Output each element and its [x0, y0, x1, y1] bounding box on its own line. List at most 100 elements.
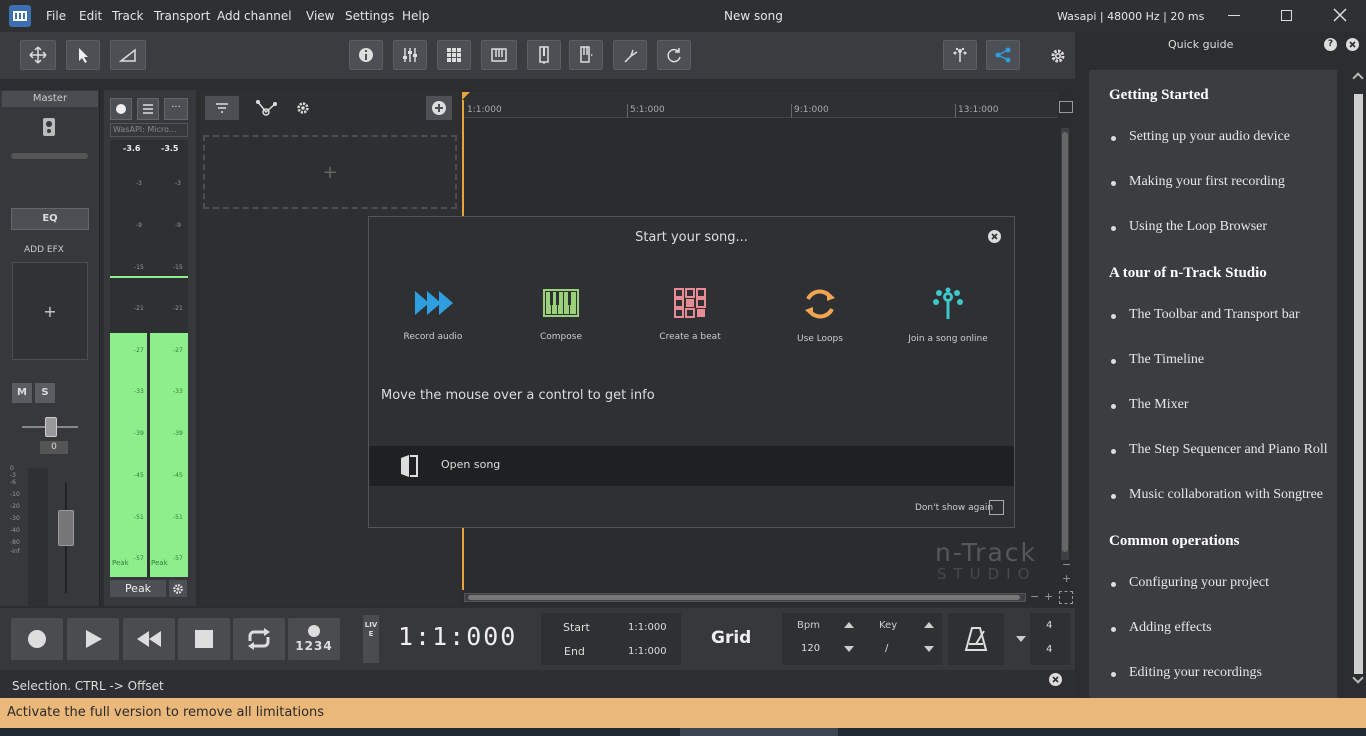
- track-menu-button[interactable]: [137, 98, 159, 120]
- record-button[interactable]: [11, 618, 63, 660]
- metronome-button[interactable]: [948, 613, 1004, 665]
- bpm-up-icon[interactable]: [844, 622, 854, 628]
- guide-link[interactable]: Adding effects: [1111, 620, 1212, 636]
- guide-link[interactable]: Music collaboration with Songtree: [1110, 487, 1323, 503]
- solo-button[interactable]: S: [35, 383, 55, 403]
- compose-option[interactable]: Compose: [506, 287, 616, 342]
- tuner-button[interactable]: [613, 40, 647, 70]
- guide-link[interactable]: The Timeline: [1110, 352, 1204, 368]
- activation-banner[interactable]: Activate the full version to remove all …: [0, 698, 1366, 728]
- key-up-icon[interactable]: [924, 622, 934, 628]
- zoom-out-vertical-icon[interactable]: −: [1062, 558, 1071, 571]
- track-settings-gear-icon[interactable]: [296, 101, 310, 115]
- guide-scrollbar[interactable]: [1351, 70, 1365, 690]
- pan-knob[interactable]: [45, 417, 57, 437]
- envelope-tool-button[interactable]: [110, 40, 146, 70]
- create-beat-option[interactable]: Create a beat: [635, 287, 745, 342]
- settings-gear-icon[interactable]: [1050, 48, 1066, 64]
- start-value[interactable]: 1:1:000: [628, 622, 667, 633]
- close-guide-button[interactable]: [1346, 38, 1359, 51]
- menu-help[interactable]: Help: [402, 9, 429, 23]
- status-close-button[interactable]: [1049, 673, 1062, 686]
- app-logo-icon[interactable]: [9, 5, 31, 27]
- zoom-in-vertical-icon[interactable]: +: [1062, 572, 1071, 585]
- key-value[interactable]: /: [885, 643, 888, 654]
- pointer-tool-button[interactable]: [66, 40, 100, 70]
- guide-link[interactable]: Using the Loop Browser: [1110, 219, 1267, 235]
- dialog-close-button[interactable]: [988, 230, 1001, 243]
- position-display[interactable]: 1:1:000: [398, 622, 517, 651]
- input-device-label[interactable]: WasAPI: Micro...: [110, 123, 188, 137]
- maximize-button[interactable]: [1281, 10, 1292, 21]
- step-sequencer-button[interactable]: [437, 40, 471, 70]
- fit-all-icon[interactable]: [1059, 591, 1073, 604]
- timeline-ruler[interactable]: 1:1:000 5:1:000 9:1:000 13:1:000: [462, 92, 1058, 118]
- bpm-value[interactable]: 120: [801, 643, 820, 654]
- piano-roll-side-button[interactable]: [569, 40, 603, 70]
- loop-button[interactable]: [657, 40, 691, 70]
- add-effect-slot[interactable]: +: [12, 262, 88, 360]
- dont-show-checkbox[interactable]: [989, 500, 1004, 515]
- menu-settings[interactable]: Settings: [345, 9, 394, 23]
- guide-link[interactable]: Setting up your audio device: [1111, 129, 1290, 145]
- guide-link[interactable]: Configuring your project: [1111, 575, 1269, 591]
- menu-edit[interactable]: Edit: [79, 9, 102, 23]
- eq-button[interactable]: EQ: [11, 208, 89, 230]
- mute-button[interactable]: M: [12, 383, 32, 403]
- use-loops-option[interactable]: Use Loops: [765, 287, 875, 344]
- time-signature-bottom[interactable]: 4: [1046, 644, 1052, 655]
- open-song-row[interactable]: Open song: [369, 446, 1014, 486]
- live-indicator[interactable]: LIVE: [363, 615, 379, 663]
- menu-file[interactable]: File: [46, 9, 66, 23]
- count-in-button[interactable]: 1234: [288, 618, 340, 660]
- horizontal-scrollbar[interactable]: [464, 593, 1026, 602]
- help-icon[interactable]: ?: [1324, 38, 1337, 51]
- master-volume-bar[interactable]: [11, 153, 88, 159]
- key-down-icon[interactable]: [924, 646, 934, 652]
- fit-view-icon[interactable]: [1059, 101, 1073, 113]
- menu-add-channel[interactable]: Add channel: [217, 9, 292, 23]
- guide-link[interactable]: The Mixer: [1110, 397, 1188, 413]
- guide-link[interactable]: The Step Sequencer and Piano Roll: [1111, 442, 1328, 458]
- automation-button[interactable]: [252, 96, 282, 120]
- guide-link[interactable]: The Toolbar and Transport bar: [1111, 307, 1300, 323]
- stop-button[interactable]: [178, 618, 230, 660]
- zoom-in-horizontal-icon[interactable]: +: [1044, 590, 1053, 603]
- guide-link[interactable]: Making your first recording: [1111, 174, 1285, 190]
- menu-transport[interactable]: Transport: [154, 9, 210, 23]
- end-value[interactable]: 1:1:000: [628, 646, 667, 657]
- playhead-marker[interactable]: [462, 92, 470, 100]
- scroll-down-icon[interactable]: [1352, 672, 1364, 684]
- bpm-down-icon[interactable]: [844, 646, 854, 652]
- metronome-dropdown-icon[interactable]: [1016, 636, 1026, 642]
- filter-tracks-button[interactable]: [205, 96, 239, 120]
- info-button[interactable]: [349, 40, 383, 70]
- share-button[interactable]: [986, 40, 1020, 70]
- record-arm-button[interactable]: [110, 98, 132, 120]
- vertical-scrollbar[interactable]: [1061, 128, 1069, 560]
- play-button[interactable]: [67, 618, 119, 660]
- master-fader-handle[interactable]: [58, 510, 74, 546]
- rewind-button[interactable]: [123, 618, 175, 660]
- move-tool-button[interactable]: [20, 40, 56, 70]
- record-audio-option[interactable]: Record audio: [378, 287, 488, 342]
- meter-settings-gear-icon[interactable]: [169, 580, 187, 597]
- zoom-out-horizontal-icon[interactable]: −: [1030, 590, 1039, 603]
- guide-link[interactable]: Editing your recordings: [1111, 665, 1262, 681]
- loop-playback-button[interactable]: [233, 618, 285, 660]
- time-signature-top[interactable]: 4: [1046, 620, 1052, 631]
- peak-mode-button[interactable]: Peak: [110, 580, 166, 597]
- speaker-icon[interactable]: [43, 118, 55, 136]
- vertical-piano-button[interactable]: [527, 40, 561, 70]
- add-track-button[interactable]: [426, 96, 452, 120]
- minimize-button[interactable]: [1228, 15, 1240, 16]
- scroll-up-icon[interactable]: [1352, 72, 1364, 84]
- songtree-button[interactable]: [943, 40, 977, 70]
- close-window-button[interactable]: [1332, 7, 1348, 23]
- mixer-button[interactable]: [393, 40, 427, 70]
- add-track-placeholder[interactable]: +: [203, 135, 457, 209]
- more-options-button[interactable]: ···: [164, 98, 188, 120]
- piano-roll-button[interactable]: [481, 40, 517, 70]
- menu-view[interactable]: View: [306, 9, 334, 23]
- join-song-online-option[interactable]: Join a song online: [893, 287, 1003, 344]
